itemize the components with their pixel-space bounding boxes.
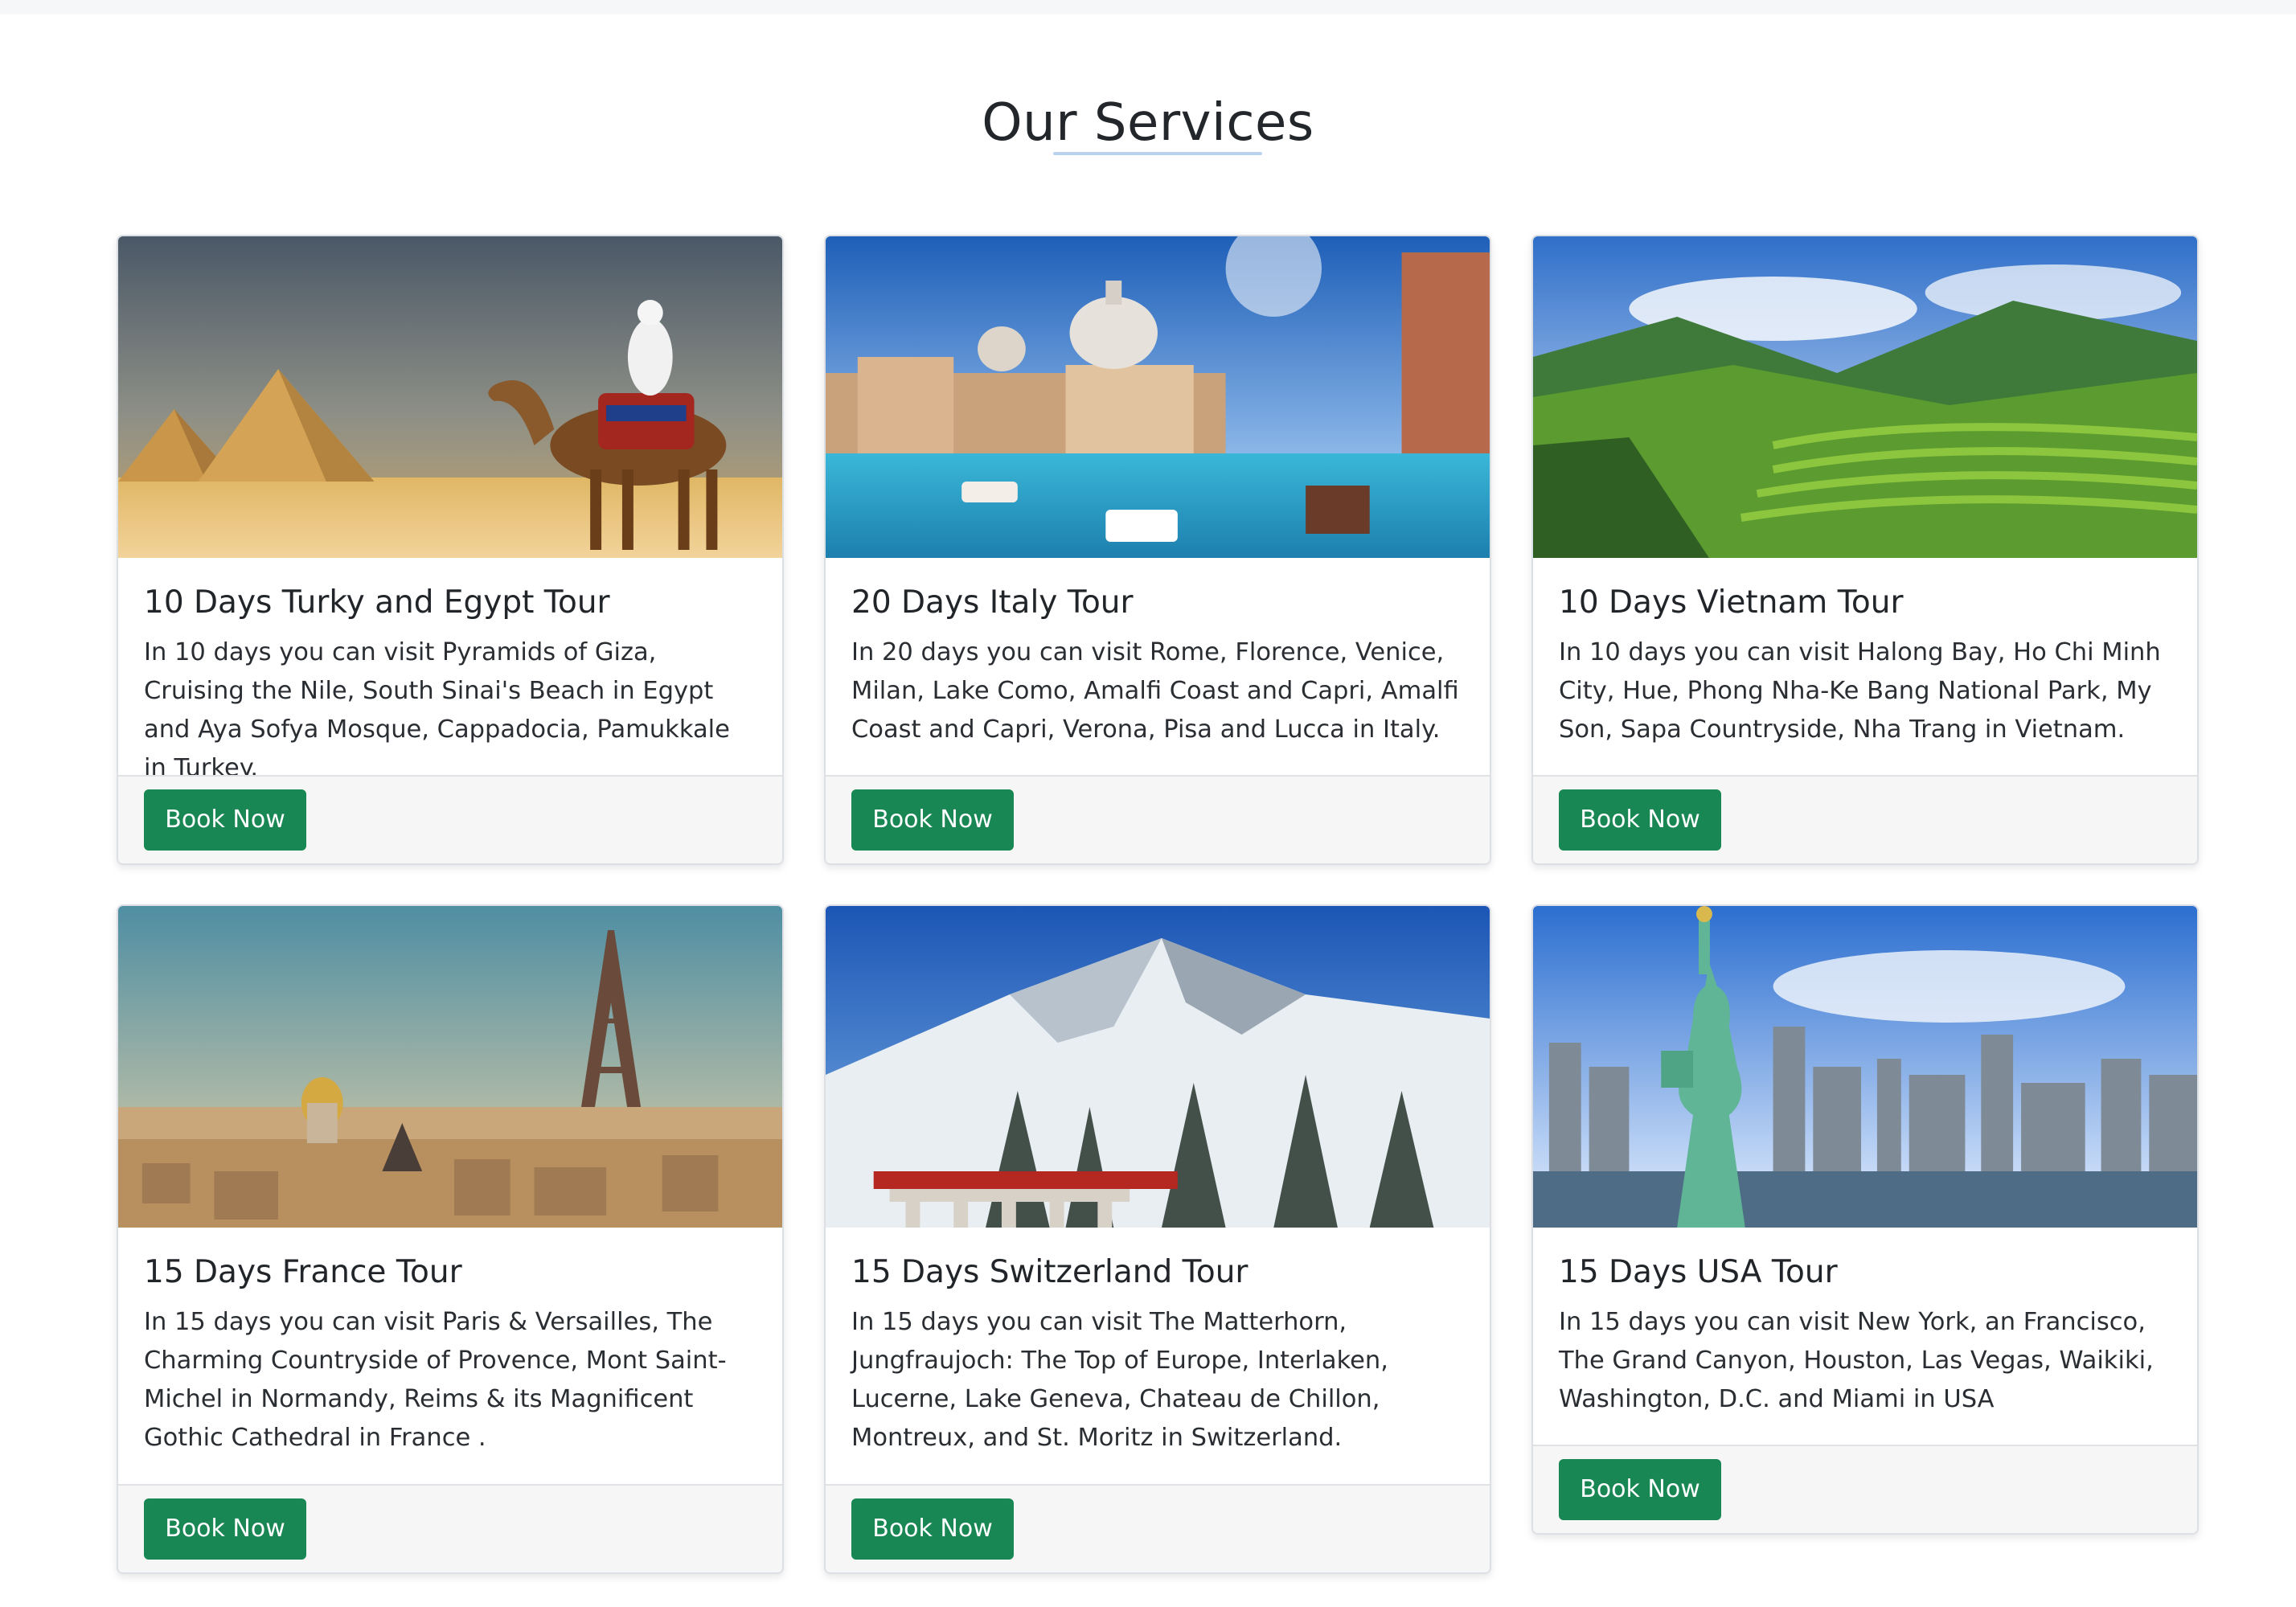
card-footer: Book Now xyxy=(1533,1445,2197,1533)
card-description: In 10 days you can visit Halong Bay, Ho … xyxy=(1559,638,2161,744)
tour-card-switzerland: 15 Days Switzerland Tour In 15 days you … xyxy=(824,904,1491,1574)
card-body: 15 Days France Tour In 15 days you can v… xyxy=(118,1228,782,1457)
title-underline xyxy=(1053,152,1262,155)
card-description: In 15 days you can visit New York, an Fr… xyxy=(1559,1308,2154,1413)
card-body: 15 Days Switzerland Tour In 15 days you … xyxy=(826,1228,1490,1457)
book-now-button[interactable]: Book Now xyxy=(851,1498,1014,1560)
section-title: Our Services xyxy=(982,93,1314,153)
card-footer: Book Now xyxy=(1533,775,2197,863)
tour-card-italy: 20 Days Italy Tour In 20 days you can vi… xyxy=(824,235,1491,865)
book-now-button[interactable]: Book Now xyxy=(144,1498,306,1560)
vietnam-terraces-image xyxy=(1533,236,2197,558)
card-title: 15 Days Switzerland Tour xyxy=(851,1254,1248,1290)
card-footer: Book Now xyxy=(118,1484,782,1572)
card-description: In 10 days you can visit Pyramids of Giz… xyxy=(144,638,730,782)
top-bar xyxy=(0,0,2296,14)
statue-of-liberty-image xyxy=(1533,906,2197,1228)
tour-card-france: 15 Days France Tour In 15 days you can v… xyxy=(117,904,784,1574)
egypt-pyramids-image xyxy=(118,236,782,558)
book-now-button[interactable]: Book Now xyxy=(144,789,306,851)
card-body: 15 Days USA Tour In 15 days you can visi… xyxy=(1533,1228,2197,1419)
tour-card-egypt: 10 Days Turky and Egypt Tour In 10 days … xyxy=(117,235,784,865)
card-title: 15 Days France Tour xyxy=(144,1254,462,1290)
card-title: 15 Days USA Tour xyxy=(1559,1254,1838,1290)
card-title: 10 Days Vietnam Tour xyxy=(1559,584,1904,621)
card-body: 20 Days Italy Tour In 20 days you can vi… xyxy=(826,558,1490,749)
tour-card-vietnam: 10 Days Vietnam Tour In 10 days you can … xyxy=(1531,235,2199,865)
card-footer: Book Now xyxy=(826,1484,1490,1572)
card-body: 10 Days Vietnam Tour In 10 days you can … xyxy=(1533,558,2197,749)
card-footer: Book Now xyxy=(118,775,782,863)
card-description: In 20 days you can visit Rome, Florence,… xyxy=(851,638,1459,744)
section-header: Our Services xyxy=(0,87,2296,159)
swiss-alps-image xyxy=(826,906,1490,1228)
card-description: In 15 days you can visit Paris & Versail… xyxy=(144,1308,727,1452)
card-body: 10 Days Turky and Egypt Tour In 10 days … xyxy=(118,558,782,788)
card-title: 20 Days Italy Tour xyxy=(851,584,1134,621)
paris-eiffel-image xyxy=(118,906,782,1228)
book-now-button[interactable]: Book Now xyxy=(1559,1459,1721,1520)
card-footer: Book Now xyxy=(826,775,1490,863)
card-title: 10 Days Turky and Egypt Tour xyxy=(144,584,610,621)
venice-image xyxy=(826,236,1490,558)
tour-card-usa: 15 Days USA Tour In 15 days you can visi… xyxy=(1531,904,2199,1535)
book-now-button[interactable]: Book Now xyxy=(1559,789,1721,851)
card-description: In 15 days you can visit The Matterhorn,… xyxy=(851,1308,1388,1452)
book-now-button[interactable]: Book Now xyxy=(851,789,1014,851)
